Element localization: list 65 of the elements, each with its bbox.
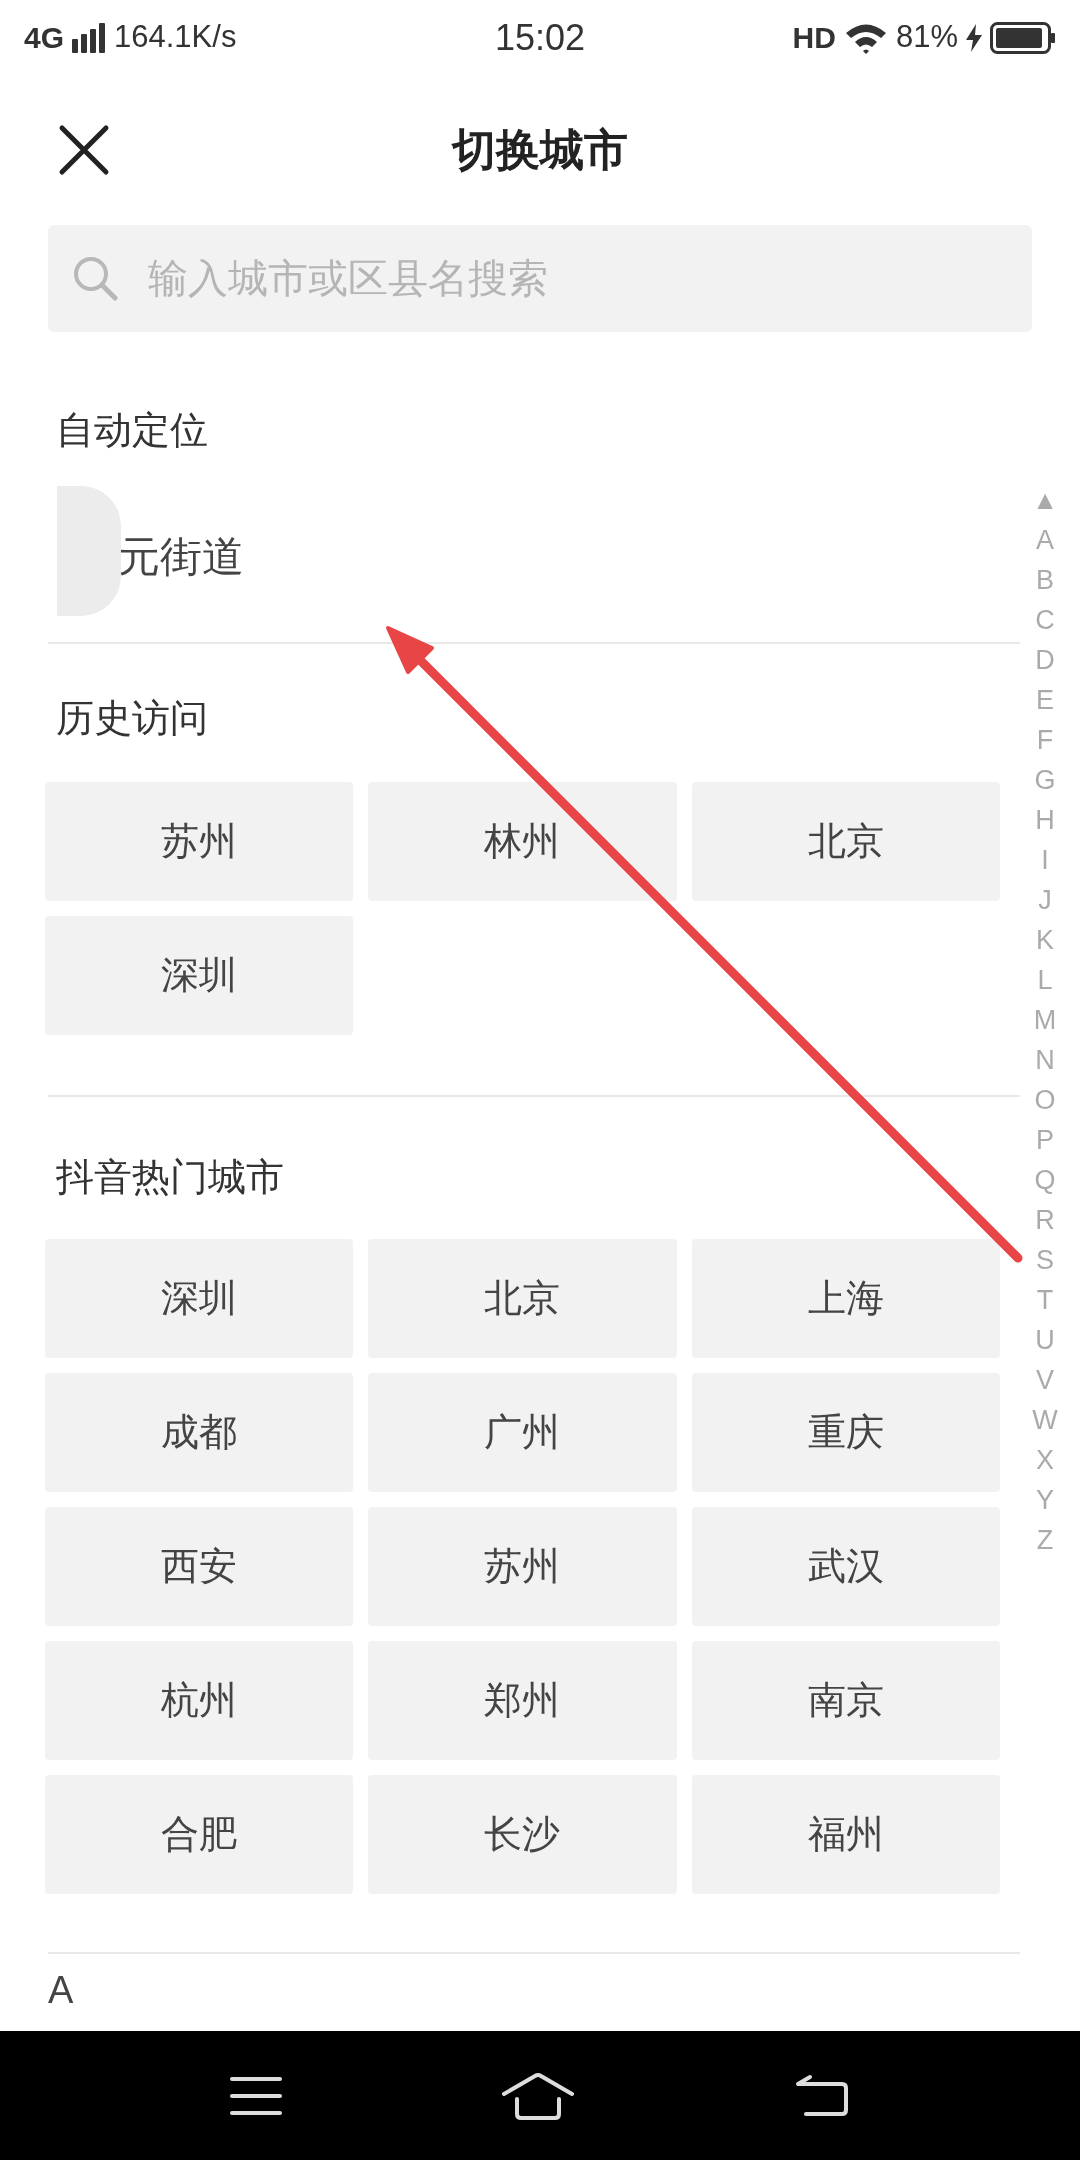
index-letter[interactable]: N [1035, 1040, 1055, 1080]
city-button[interactable]: 西安 [45, 1507, 354, 1626]
index-letter[interactable]: U [1035, 1320, 1055, 1360]
index-letter[interactable]: M [1033, 1000, 1057, 1040]
city-button[interactable]: 成都 [45, 1373, 354, 1492]
index-letter[interactable]: K [1036, 920, 1054, 960]
city-button[interactable]: 北京 [368, 1239, 677, 1358]
index-letter[interactable]: B [1036, 560, 1054, 600]
city-button[interactable]: 上海 [691, 1239, 1000, 1358]
index-letter[interactable]: D [1035, 640, 1055, 680]
search-field[interactable]: 输入城市或区县名搜索 [48, 225, 1032, 332]
network-speed: 164.1K/s [114, 18, 237, 57]
index-letter[interactable]: V [1036, 1360, 1054, 1400]
index-letter[interactable]: T [1036, 1280, 1054, 1320]
index-letter[interactable]: J [1038, 880, 1052, 920]
clock: 15:02 [494, 15, 586, 60]
index-letter[interactable]: A [1036, 520, 1054, 560]
index-letter[interactable]: R [1035, 1200, 1055, 1240]
city-button[interactable]: 重庆 [691, 1373, 1000, 1492]
search-icon [72, 255, 118, 301]
index-letter[interactable]: X [1036, 1440, 1054, 1480]
hd-label: HD [792, 20, 836, 56]
section-heading: 自动定位 [56, 409, 208, 451]
battery-icon [990, 21, 1056, 54]
index-letter[interactable]: Z [1036, 1520, 1054, 1560]
city-button[interactable]: 苏州 [45, 782, 354, 901]
location-text[interactable]: 元街道 [0, 524, 244, 588]
city-button[interactable]: 武汉 [691, 1507, 1000, 1626]
city-button[interactable]: 合肥 [45, 1775, 354, 1894]
back-icon[interactable] [794, 2073, 850, 2118]
city-button[interactable]: 深圳 [45, 1239, 354, 1358]
index-letter[interactable]: Q [1034, 1160, 1056, 1200]
battery-percent: 81% [895, 18, 958, 57]
index-letter[interactable]: F [1036, 720, 1054, 760]
index-letter[interactable]: S [1036, 1240, 1054, 1280]
index-letter[interactable]: I [1041, 840, 1049, 880]
index-letter[interactable]: L [1037, 960, 1053, 1000]
index-letter[interactable]: Y [1036, 1480, 1054, 1520]
letter-heading: A [48, 1969, 74, 2011]
index-letter[interactable]: C [1035, 600, 1055, 640]
network-type: 4G [24, 20, 65, 56]
city-button[interactable]: 广州 [368, 1373, 677, 1492]
city-button[interactable]: 杭州 [45, 1641, 354, 1760]
index-letter[interactable]: W [1032, 1400, 1058, 1440]
page-title: 切换城市 [452, 124, 628, 176]
city-button[interactable]: 苏州 [368, 1507, 677, 1626]
city-button[interactable]: 深圳 [45, 916, 354, 1035]
index-letter[interactable]: E [1036, 680, 1054, 720]
index-letter[interactable]: H [1035, 800, 1055, 840]
city-button[interactable]: 长沙 [368, 1775, 677, 1894]
city-button[interactable]: 北京 [691, 782, 1000, 901]
index-letter[interactable]: G [1034, 760, 1056, 800]
signal-icon [72, 22, 107, 53]
index-top-button[interactable]: ▲ [1032, 480, 1058, 520]
city-button[interactable]: 南京 [691, 1641, 1000, 1760]
city-button[interactable]: 郑州 [368, 1641, 677, 1760]
charging-icon [966, 23, 982, 52]
menu-icon[interactable] [230, 2075, 282, 2116]
city-button[interactable]: 林州 [368, 782, 677, 901]
home-icon[interactable] [502, 2071, 574, 2120]
city-button[interactable]: 福州 [691, 1775, 1000, 1894]
index-letter[interactable]: O [1034, 1080, 1056, 1120]
section-heading: 抖音热门城市 [56, 1156, 284, 1198]
section-heading: 历史访问 [56, 697, 208, 739]
index-letter[interactable]: P [1036, 1120, 1054, 1160]
